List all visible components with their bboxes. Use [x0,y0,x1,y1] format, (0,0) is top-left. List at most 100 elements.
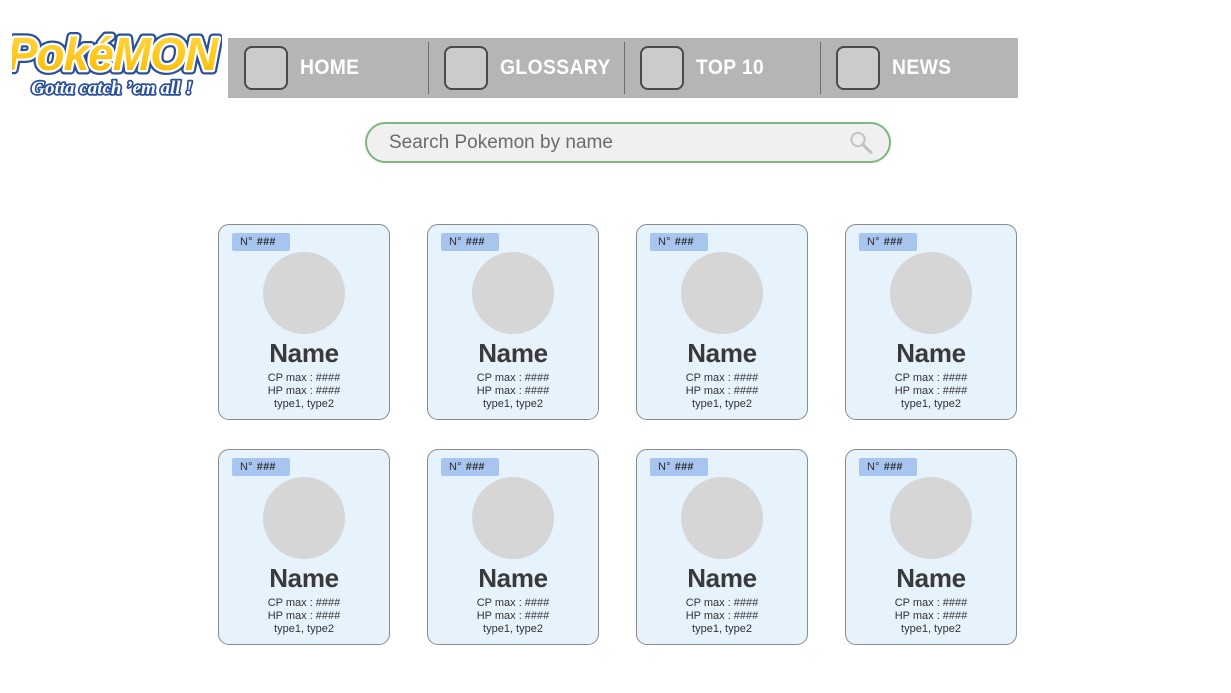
nav-icon-placeholder-top-10 [640,46,684,90]
card-number-value: ### [465,236,485,248]
pokemon-cp-max: CP max : #### [894,597,968,609]
pokemon-name: Name [478,338,548,368]
search-icon[interactable] [847,129,875,157]
pokemon-hp-max: HP max : #### [476,385,550,397]
pokemon-cp-max: CP max : #### [685,372,759,384]
pokemon-name: Name [269,563,339,593]
pokemon-name: Name [896,563,966,593]
pokemon-name: Name [269,338,339,368]
pokedex-page: PokéMON PokéMON PokéMON Gotta catch ’em … [0,0,1231,693]
nav-icon-placeholder-home [244,46,288,90]
pokemon-card[interactable]: N° ### Name CP max : #### HP max : #### t… [636,224,808,420]
pokemon-stats: CP max : #### HP max : #### type1, type2 [846,372,1016,411]
pokemon-stats: CP max : #### HP max : #### type1, type2 [219,597,389,636]
pokemon-card[interactable]: N° ### Name CP max : #### HP max : #### t… [845,224,1017,420]
pokemon-sprite-placeholder [681,252,763,334]
search-bar[interactable]: Search Pokemon by name [365,122,891,163]
pokemon-card[interactable]: N° ### Name CP max : #### HP max : #### t… [218,449,390,645]
pokemon-sprite-placeholder [890,477,972,559]
pokemon-sprite-placeholder [472,477,554,559]
pokemon-types: type1, type2 [692,398,752,410]
pokemon-hp-max: HP max : #### [476,610,550,622]
nav-icon-placeholder-news [836,46,880,90]
nav-item-label-home: HOME [300,56,360,79]
pokemon-types: type1, type2 [483,398,543,410]
svg-text:PokéMON: PokéMON [12,28,219,80]
pokemon-card[interactable]: N° ### Name CP max : #### HP max : #### t… [218,224,390,420]
card-number-label: N° [240,461,253,473]
pokemon-card[interactable]: N° ### Name CP max : #### HP max : #### t… [845,449,1017,645]
pokemon-hp-max: HP max : #### [267,610,341,622]
card-number-badge: N° ### [232,458,290,476]
nav-item-label-top-10: TOP 10 [696,56,765,79]
pokemon-card[interactable]: N° ### Name CP max : #### HP max : #### t… [427,449,599,645]
pokemon-name: Name [687,338,757,368]
pokemon-stats: CP max : #### HP max : #### type1, type2 [219,372,389,411]
pokemon-cp-max: CP max : #### [267,597,341,609]
nav-icon-placeholder-glossary [444,46,488,90]
pokemon-logo[interactable]: PokéMON PokéMON PokéMON Gotta catch ’em … [12,16,222,106]
pokemon-types: type1, type2 [692,623,752,635]
card-number-badge: N° ### [650,458,708,476]
card-number-value: ### [674,461,694,473]
pokemon-name: Name [896,338,966,368]
pokemon-types: type1, type2 [901,398,961,410]
nav-item-news[interactable]: NEWS [820,38,1018,98]
pokemon-types: type1, type2 [901,623,961,635]
card-number-label: N° [449,236,462,248]
card-number-label: N° [658,236,671,248]
card-number-value: ### [256,461,276,473]
pokemon-card-grid: N° ### Name CP max : #### HP max : #### t… [218,224,1018,645]
pokemon-card[interactable]: N° ### Name CP max : #### HP max : #### t… [427,224,599,420]
pokemon-stats: CP max : #### HP max : #### type1, type2 [428,372,598,411]
card-number-label: N° [658,461,671,473]
pokemon-cp-max: CP max : #### [476,597,550,609]
card-number-badge: N° ### [650,233,708,251]
pokemon-stats: CP max : #### HP max : #### type1, type2 [637,372,807,411]
card-number-badge: N° ### [441,233,499,251]
card-number-label: N° [867,461,880,473]
pokemon-sprite-placeholder [890,252,972,334]
search-placeholder-text: Search Pokemon by name [389,131,613,153]
card-number-label: N° [449,461,462,473]
nav-item-glossary[interactable]: GLOSSARY [428,38,624,98]
pokemon-hp-max: HP max : #### [685,385,759,397]
card-number-value: ### [883,461,903,473]
pokemon-hp-max: HP max : #### [894,610,968,622]
pokemon-cp-max: CP max : #### [894,372,968,384]
pokemon-stats: CP max : #### HP max : #### type1, type2 [846,597,1016,636]
pokemon-stats: CP max : #### HP max : #### type1, type2 [428,597,598,636]
pokemon-types: type1, type2 [483,623,543,635]
pokemon-hp-max: HP max : #### [685,610,759,622]
pokemon-name: Name [687,563,757,593]
card-number-label: N° [240,236,253,248]
pokemon-card[interactable]: N° ### Name CP max : #### HP max : #### t… [636,449,808,645]
pokemon-types: type1, type2 [274,398,334,410]
card-number-badge: N° ### [232,233,290,251]
pokemon-hp-max: HP max : #### [267,385,341,397]
pokemon-logo-icon: PokéMON PokéMON PokéMON Gotta catch ’em … [12,24,222,101]
pokemon-sprite-placeholder [472,252,554,334]
pokemon-cp-max: CP max : #### [476,372,550,384]
pokemon-types: type1, type2 [274,623,334,635]
card-number-value: ### [674,236,694,248]
pokemon-hp-max: HP max : #### [894,385,968,397]
pokemon-name: Name [478,563,548,593]
pokemon-stats: CP max : #### HP max : #### type1, type2 [637,597,807,636]
card-number-value: ### [465,461,485,473]
pokemon-sprite-placeholder [263,252,345,334]
pokemon-sprite-placeholder [681,477,763,559]
nav-item-top-10[interactable]: TOP 10 [624,38,820,98]
card-number-badge: N° ### [441,458,499,476]
card-number-badge: N° ### [859,458,917,476]
card-number-value: ### [883,236,903,248]
card-number-value: ### [256,236,276,248]
search-input[interactable]: Search Pokemon by name [365,122,891,163]
nav-item-home[interactable]: HOME [228,38,428,98]
nav-item-label-news: NEWS [892,56,952,79]
pokemon-cp-max: CP max : #### [267,372,341,384]
card-number-label: N° [867,236,880,248]
card-number-badge: N° ### [859,233,917,251]
nav-item-label-glossary: GLOSSARY [500,56,611,79]
main-navigation: HOME GLOSSARY TOP 10 NEWS [228,38,1018,98]
